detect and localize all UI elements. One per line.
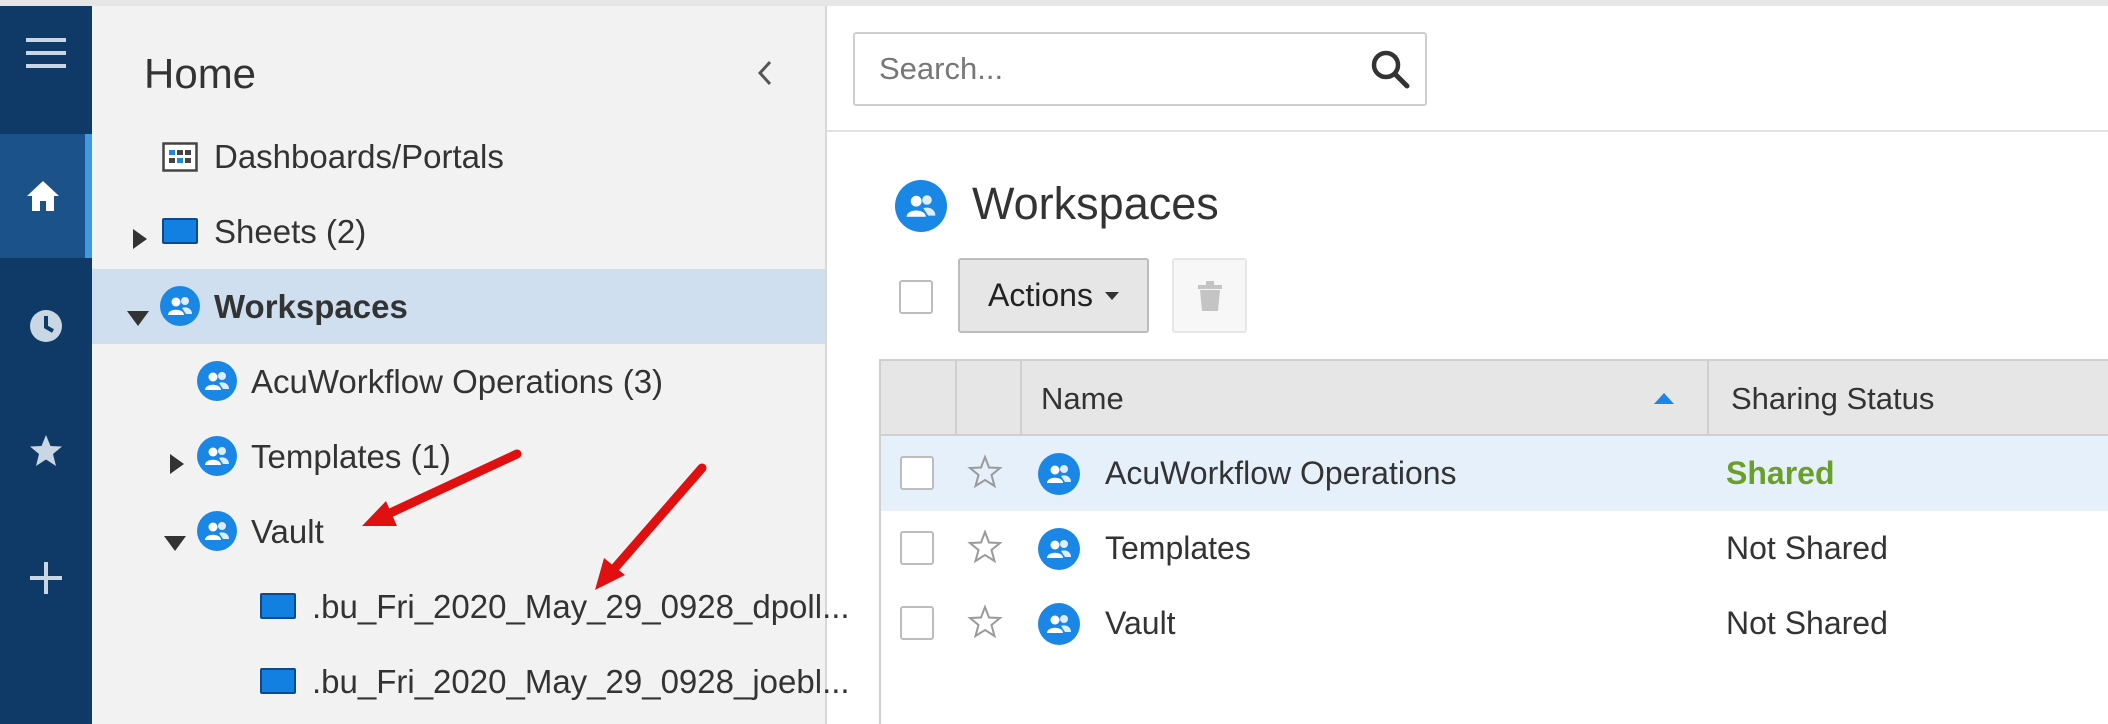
tree-item-label: .bu_Fri_2020_May_29_0928_joebl...	[312, 662, 850, 700]
actions-label: Actions	[988, 277, 1093, 313]
plus-icon	[30, 562, 62, 594]
row-name[interactable]: AcuWorkflow Operations	[1105, 455, 1457, 492]
workspace-icon	[1038, 453, 1080, 495]
star-icon[interactable]	[967, 529, 1003, 565]
home-button[interactable]	[0, 134, 92, 258]
folder-icon	[260, 593, 296, 619]
column-header-name[interactable]: Name	[1041, 381, 1124, 417]
left-nav-rail	[0, 6, 92, 724]
clock-icon	[30, 310, 62, 342]
chevron-left-icon	[757, 60, 772, 86]
dashboard-icon	[162, 142, 198, 180]
tree-title: Home	[144, 50, 257, 97]
search-icon	[1371, 50, 1410, 89]
table-row[interactable]: AcuWorkflow Operations Shared	[881, 436, 2108, 511]
create-new-button[interactable]	[0, 538, 92, 618]
top-bar	[827, 6, 2108, 132]
collapse-panel-button[interactable]	[752, 56, 778, 90]
tree-item-templates[interactable]: Templates (1)	[92, 419, 825, 494]
folder-icon	[260, 668, 296, 694]
tree-item-label: .bu_Fri_2020_May_29_0928_dpoll...	[312, 587, 850, 625]
recents-button[interactable]	[0, 286, 92, 366]
search-input[interactable]	[855, 34, 1355, 104]
workspace-icon	[197, 511, 237, 551]
navigation-tree-panel: Home Dashboards/Portals Sheets (2) Works…	[92, 6, 850, 724]
caret-down-icon[interactable]	[126, 297, 149, 326]
star-icon[interactable]	[967, 454, 1003, 490]
star-icon	[30, 435, 62, 466]
tree-item-label: AcuWorkflow Operations (3)	[251, 362, 664, 400]
row-name[interactable]: Vault	[1105, 605, 1176, 642]
hamburger-menu-icon	[26, 38, 66, 68]
row-sharing-status: Not Shared	[1726, 605, 1888, 641]
tree-item-vault[interactable]: Vault	[92, 494, 825, 569]
tree-item-label: Sheets (2)	[214, 212, 367, 250]
tree-item-acuworkflow-operations[interactable]: AcuWorkflow Operations (3)	[92, 344, 825, 419]
row-sharing-status: Shared	[1726, 455, 1835, 491]
workspaces-table: Name Sharing Status AcuWorkflow Operatio…	[879, 359, 2108, 724]
tree-item-label: Vault	[251, 512, 324, 550]
hamburger-menu-button[interactable]	[0, 18, 92, 88]
search-button[interactable]	[1369, 48, 1411, 90]
page-title: Workspaces	[972, 178, 1219, 229]
row-checkbox[interactable]	[900, 531, 934, 565]
row-sharing-status: Not Shared	[1726, 530, 1888, 566]
tree-item-label: Workspaces	[214, 287, 408, 325]
trash-icon	[1197, 280, 1222, 311]
tree-item-backup-folder-2[interactable]: .bu_Fri_2020_May_29_0928_joebl...	[92, 644, 850, 719]
column-header-sharing-status[interactable]: Sharing Status	[1731, 381, 1934, 417]
select-all-checkbox[interactable]	[899, 280, 933, 314]
sort-ascending-icon[interactable]	[1654, 393, 1674, 404]
table-row[interactable]: Vault Not Shared	[881, 586, 2108, 661]
workspace-icon	[197, 361, 237, 401]
row-checkbox[interactable]	[900, 456, 934, 490]
row-name[interactable]: Templates	[1105, 530, 1251, 567]
workspace-icon	[197, 436, 237, 476]
workspace-icon	[1038, 528, 1080, 570]
workspace-icon	[1038, 603, 1080, 645]
table-header: Name Sharing Status	[881, 361, 2108, 436]
caret-down-icon[interactable]	[163, 522, 186, 551]
caret-right-icon[interactable]	[130, 220, 150, 249]
row-checkbox[interactable]	[900, 606, 934, 640]
folder-icon	[162, 218, 198, 244]
delete-button[interactable]	[1172, 258, 1247, 333]
caret-right-icon[interactable]	[167, 445, 187, 474]
search-box	[853, 32, 1427, 106]
tree-item-dashboards[interactable]: Dashboards/Portals	[92, 119, 825, 194]
app-window: Home Dashboards/Portals Sheets (2) Works…	[0, 0, 2108, 724]
tree-item-workspaces[interactable]: Workspaces	[92, 269, 825, 344]
home-icon	[26, 181, 59, 211]
workspace-icon	[160, 286, 200, 326]
favorites-button[interactable]	[0, 411, 92, 491]
tree-item-backup-folder-1[interactable]: .bu_Fri_2020_May_29_0928_dpoll...	[92, 569, 850, 644]
chevron-down-icon	[1104, 291, 1119, 300]
tree-item-label: Dashboards/Portals	[214, 137, 504, 175]
main-content: Workspaces Actions Name Sharing Status	[827, 6, 2108, 724]
tree-item-label: Templates (1)	[251, 437, 451, 475]
workspaces-header-icon	[895, 180, 947, 232]
actions-dropdown-button[interactable]: Actions	[958, 258, 1149, 333]
star-icon[interactable]	[967, 604, 1003, 640]
table-row[interactable]: Templates Not Shared	[881, 511, 2108, 586]
tree-item-sheets[interactable]: Sheets (2)	[92, 194, 825, 269]
